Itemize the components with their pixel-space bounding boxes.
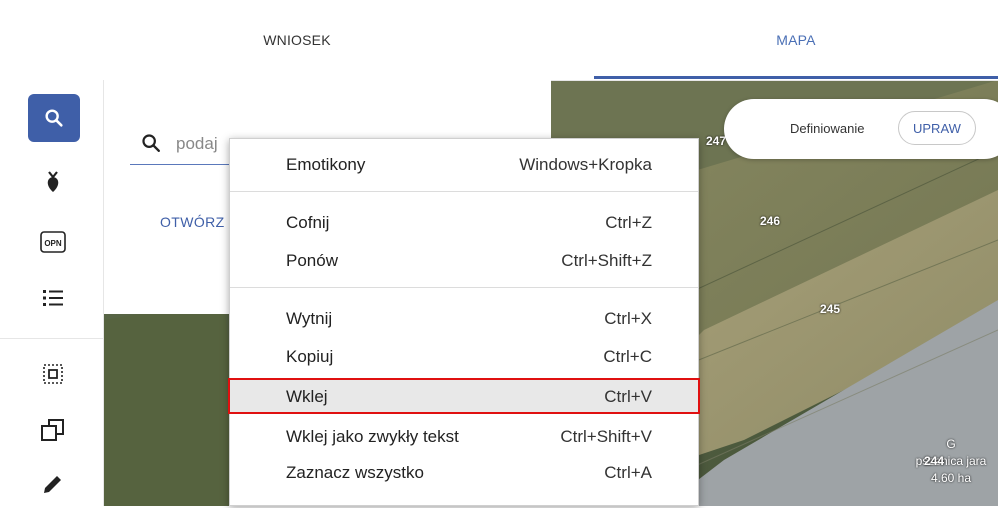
active-tab-indicator [594, 76, 998, 79]
parcel-crop: pszenica jara [904, 453, 998, 470]
opn-icon: OPN [40, 231, 66, 253]
menu-separator [230, 287, 698, 288]
menu-item-paste-plain[interactable]: Wklej jako zwykły tekst Ctrl+Shift+V [230, 419, 700, 453]
menu-item-label: Kopiuj [286, 347, 334, 366]
opn-icon-label: OPN [44, 239, 62, 248]
menu-item-redo[interactable]: Ponów Ctrl+Shift+Z [230, 243, 700, 277]
copy-tool-button[interactable] [28, 406, 78, 454]
select-area-icon [43, 364, 63, 384]
menu-item-shortcut: Ctrl+Z [605, 213, 652, 232]
plant-icon [47, 171, 59, 192]
menu-item-undo[interactable]: Cofnij Ctrl+Z [230, 205, 700, 239]
menu-item-shortcut: Ctrl+X [604, 309, 652, 328]
sidebar-divider [0, 338, 103, 339]
menu-item-shortcut: Ctrl+C [603, 347, 652, 366]
menu-item-shortcut: Ctrl+Shift+V [560, 427, 652, 446]
context-menu: Emotikony Windows+Kropka Cofnij Ctrl+Z P… [228, 138, 700, 506]
copy-icon [41, 419, 64, 441]
parcel-label: 247 [706, 134, 727, 148]
menu-item-cut[interactable]: Wytnij Ctrl+X [230, 301, 700, 335]
list-icon [43, 290, 63, 306]
pencil-icon [44, 476, 61, 493]
tool-sidebar: OPN [0, 80, 104, 506]
legend-text: Definiowanie [790, 121, 865, 136]
upraw-button[interactable]: UPRAW [898, 111, 976, 145]
crop-tool-button[interactable] [28, 158, 78, 206]
menu-item-label: Ponów [286, 251, 338, 270]
parcel-area: 4.60 ha [930, 471, 972, 485]
menu-item-label: Emotikony [286, 155, 366, 174]
menu-item-label: Wklej [286, 387, 328, 406]
search-tool-button[interactable] [28, 94, 80, 142]
menu-item-shortcut: Ctrl+V [604, 387, 652, 406]
parcel-letter: G [946, 437, 956, 451]
search-icon [45, 109, 63, 127]
opn-tool-button[interactable]: OPN [28, 218, 78, 266]
menu-item-label: Zaznacz wszystko [286, 463, 424, 482]
menu-item-shortcut: Ctrl+Shift+Z [561, 251, 652, 270]
menu-item-copy[interactable]: Kopiuj Ctrl+C [230, 339, 700, 373]
top-tabs: WNIOSEK MAPA [0, 0, 998, 81]
menu-separator [230, 191, 698, 192]
menu-item-label: Wklej jako zwykły tekst [286, 427, 459, 446]
crop-legend: Definiowanie UPRAW [724, 99, 998, 159]
search-icon [142, 134, 160, 152]
menu-item-paste[interactable]: Wklej Ctrl+V [228, 378, 700, 414]
tab-mapa[interactable]: MAPA [594, 0, 998, 80]
menu-item-label: Cofnij [286, 213, 330, 232]
edit-tool-button[interactable] [28, 460, 78, 508]
select-area-button[interactable] [28, 350, 78, 398]
parcel-info: G pszenica jara 4.60 ha 244 [904, 436, 998, 487]
list-tool-button[interactable] [28, 274, 78, 322]
menu-item-shortcut: Ctrl+A [604, 463, 652, 482]
tab-wniosek[interactable]: WNIOSEK [0, 0, 594, 80]
parcel-label: 246 [760, 214, 781, 228]
parcel-number: 244 [924, 454, 945, 468]
menu-item-emoji[interactable]: Emotikony Windows+Kropka [230, 147, 700, 181]
parcel-label: 245 [820, 302, 841, 316]
open-link[interactable]: OTWÓRZ [160, 214, 225, 230]
menu-item-label: Wytnij [286, 309, 333, 328]
menu-item-select-all[interactable]: Zaznacz wszystko Ctrl+A [230, 455, 700, 489]
menu-item-shortcut: Windows+Kropka [519, 155, 652, 174]
